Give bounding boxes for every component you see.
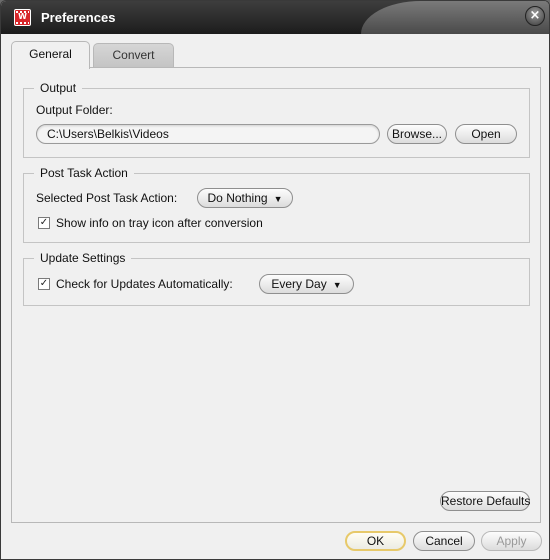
update-frequency-value: Every Day (271, 277, 327, 291)
preferences-window: W Preferences × General Convert Output O… (0, 0, 550, 560)
output-group: Output Output Folder: C:\Users\Belkis\Vi… (23, 81, 530, 158)
cancel-button[interactable]: Cancel (413, 531, 475, 551)
show-info-checkbox[interactable]: ✓ (38, 217, 50, 229)
chevron-down-icon: ▼ (332, 280, 342, 290)
output-group-title: Output (34, 81, 83, 95)
window-title: Preferences (41, 10, 116, 25)
close-icon[interactable]: × (525, 6, 545, 26)
tab-general[interactable]: General (11, 41, 90, 69)
ok-button[interactable]: OK (345, 531, 406, 551)
auto-update-checkbox[interactable]: ✓ (38, 278, 50, 290)
apply-button[interactable]: Apply (481, 531, 542, 551)
auto-update-label: Check for Updates Automatically: (56, 277, 233, 291)
post-task-action-value: Do Nothing (207, 191, 268, 205)
post-task-action-label: Selected Post Task Action: (36, 191, 178, 205)
output-folder-field[interactable]: C:\Users\Belkis\Videos (36, 124, 380, 144)
update-settings-group: Update Settings ✓ Check for Updates Auto… (23, 251, 530, 306)
browse-button[interactable]: Browse... (387, 124, 447, 144)
app-logo-icon: W (14, 9, 31, 26)
open-button[interactable]: Open (455, 124, 517, 144)
output-folder-label: Output Folder: (36, 103, 113, 117)
general-panel: Output Output Folder: C:\Users\Belkis\Vi… (11, 67, 541, 523)
tab-convert[interactable]: Convert (93, 43, 174, 67)
post-task-group: Post Task Action Selected Post Task Acti… (23, 166, 530, 243)
title-bar[interactable]: W Preferences × (1, 1, 549, 34)
update-settings-group-title: Update Settings (34, 251, 132, 265)
chevron-down-icon: ▼ (273, 194, 283, 204)
update-frequency-dropdown[interactable]: Every Day ▼ (259, 274, 354, 294)
show-info-label: Show info on tray icon after conversion (56, 216, 263, 230)
restore-defaults-button[interactable]: Restore Defaults (440, 491, 530, 511)
post-task-group-title: Post Task Action (34, 166, 134, 180)
post-task-action-dropdown[interactable]: Do Nothing ▼ (197, 188, 293, 208)
title-bar-accent (361, 1, 549, 34)
